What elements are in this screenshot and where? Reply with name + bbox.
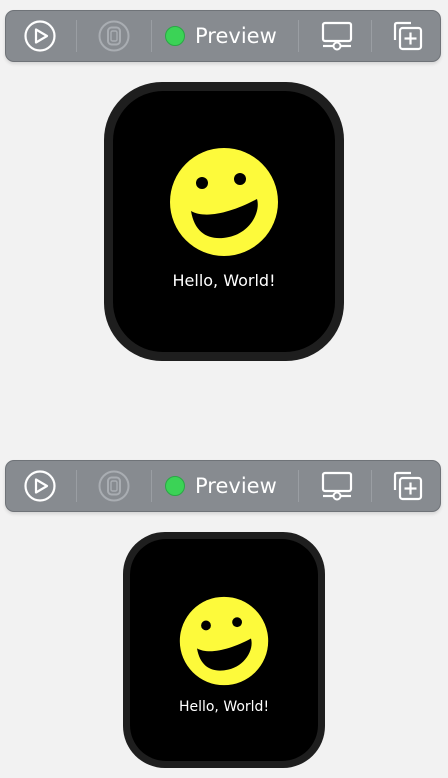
watch-screen: Hello, World! — [113, 91, 335, 352]
live-preview-button[interactable] — [20, 11, 60, 61]
preview-canvas-2: Preview Hello, World! — [0, 450, 448, 778]
toolbar-divider — [151, 20, 152, 52]
device-button[interactable] — [94, 461, 134, 511]
toolbar-divider — [298, 470, 299, 502]
device-settings-button[interactable] — [317, 461, 357, 511]
smiley-face-icon — [179, 596, 269, 686]
status-indicator — [165, 26, 185, 46]
watch-device-frame: Hello, World! — [123, 532, 325, 768]
watch-device-icon — [98, 20, 130, 52]
toolbar-divider — [151, 470, 152, 502]
toolbar-divider — [76, 470, 77, 502]
smiley-face-icon — [170, 148, 278, 256]
preview-canvas-1: Preview Hello, World! — [0, 0, 448, 380]
watch-screen: Hello, World! — [130, 539, 318, 761]
duplicate-preview-icon — [393, 471, 423, 501]
hello-world-label: Hello, World! — [178, 699, 270, 715]
device-button[interactable] — [94, 11, 134, 61]
toolbar-divider — [371, 20, 372, 52]
toolbar-divider — [298, 20, 299, 52]
display-settings-icon — [321, 21, 353, 51]
hello-world-label: Hello, World! — [172, 271, 276, 290]
status-label: Preview — [195, 24, 277, 48]
play-circle-icon — [24, 20, 56, 52]
watch-device-frame: Hello, World! — [104, 82, 344, 361]
duplicate-preview-icon — [393, 21, 423, 51]
preview-toolbar: Preview — [5, 460, 441, 512]
device-settings-button[interactable] — [317, 11, 357, 61]
duplicate-preview-button[interactable] — [388, 11, 428, 61]
status-indicator — [165, 476, 185, 496]
preview-toolbar: Preview — [5, 10, 441, 62]
play-circle-icon — [24, 470, 56, 502]
toolbar-divider — [76, 20, 77, 52]
status-label: Preview — [195, 474, 277, 498]
live-preview-button[interactable] — [20, 461, 60, 511]
toolbar-divider — [371, 470, 372, 502]
duplicate-preview-button[interactable] — [388, 461, 428, 511]
display-settings-icon — [321, 471, 353, 501]
watch-device-icon — [98, 470, 130, 502]
